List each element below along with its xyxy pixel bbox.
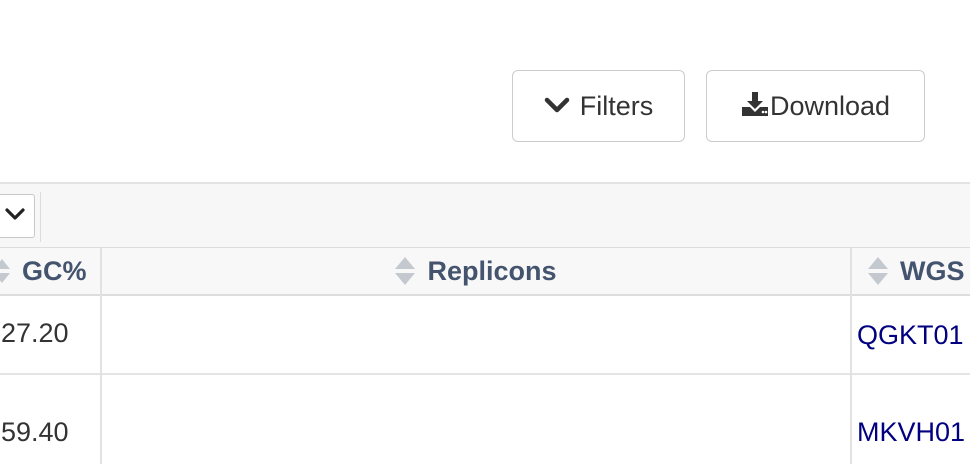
sort-icon	[868, 257, 888, 285]
gc-cell: 59.40	[1, 417, 69, 447]
download-button[interactable]: Download	[706, 70, 925, 142]
column-divider	[850, 248, 852, 464]
download-icon	[741, 91, 769, 117]
chevron-down-icon	[4, 207, 26, 226]
toolbar-divider	[40, 192, 41, 242]
column-header-gc[interactable]: GC%	[0, 248, 100, 296]
chevron-down-icon	[544, 96, 570, 114]
column-header-label: WGS	[900, 255, 965, 286]
filters-label: Filters	[579, 90, 654, 121]
column-divider	[100, 248, 102, 464]
column-header-label: Replicons	[427, 255, 557, 286]
page-size-select[interactable]	[0, 194, 35, 238]
wgs-link[interactable]: MKVH01	[857, 417, 965, 448]
wgs-link[interactable]: QGKT01	[857, 320, 964, 351]
table-toolbar	[0, 182, 970, 248]
filters-button[interactable]: Filters	[512, 70, 685, 142]
column-header-replicons[interactable]: Replicons	[101, 248, 851, 296]
table-row: 59.40 MKVH01	[0, 375, 970, 475]
column-header-label: GC%	[22, 255, 87, 286]
table-row: 27.20 QGKT01	[0, 296, 970, 375]
column-header-wgs[interactable]: WGS	[852, 248, 970, 296]
sort-icon	[0, 259, 10, 283]
sort-icon	[395, 257, 416, 285]
download-label: Download	[769, 90, 891, 121]
gc-cell: 27.20	[1, 318, 69, 348]
